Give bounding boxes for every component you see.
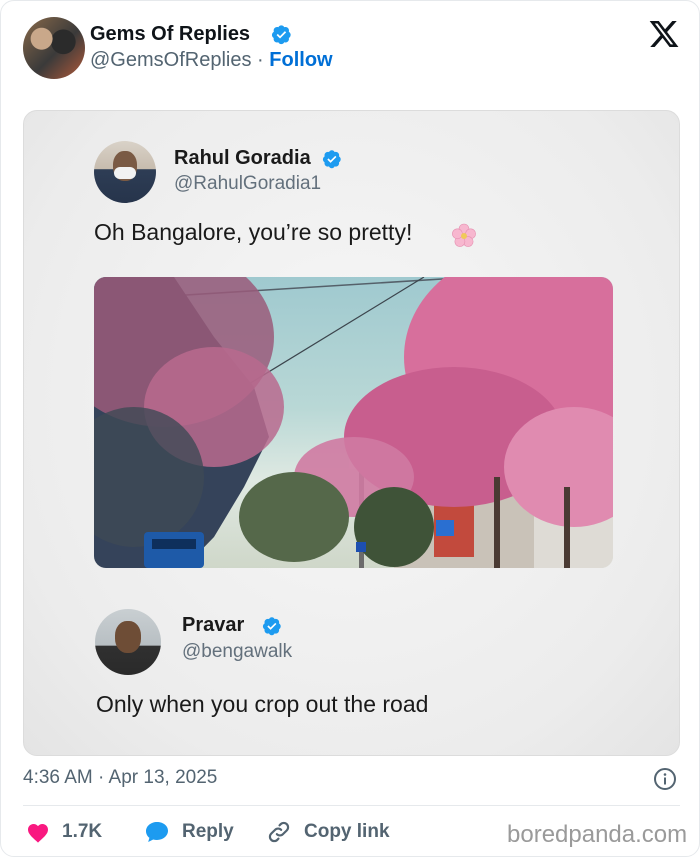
embedded-screenshot[interactable]: Rahul Goradia @RahulGoradia1 Oh Bangalor… xyxy=(23,110,680,756)
timestamp-link[interactable]: 4:36 AM · Apr 13, 2025 xyxy=(23,767,217,789)
tweet1-author-handle: @RahulGoradia1 xyxy=(174,173,322,194)
avatar[interactable] xyxy=(23,17,85,79)
account-handle[interactable]: @GemsOfReplies xyxy=(90,49,251,71)
copy-link-button[interactable]: Copy link xyxy=(266,819,390,845)
photo-art xyxy=(94,277,613,568)
tweet1-author-name: Rahul Goradia xyxy=(174,147,311,169)
like-button[interactable]: 1.7K xyxy=(26,819,102,845)
tweet-embed-card: Gems Of Replies @GemsOfReplies · Follow … xyxy=(0,0,700,857)
handle-row: @GemsOfReplies · Follow xyxy=(90,49,333,72)
verified-badge-icon xyxy=(262,617,281,636)
tweet2-avatar xyxy=(95,609,161,675)
watermark: boredpanda.com xyxy=(507,821,688,848)
verified-badge-icon xyxy=(271,25,291,45)
mask-shape xyxy=(114,167,136,179)
verified-badge-icon xyxy=(322,150,341,169)
info-icon[interactable] xyxy=(653,767,677,791)
tweet1-text: Oh Bangalore, you’re so pretty! xyxy=(94,219,413,245)
link-icon xyxy=(268,821,290,843)
like-count: 1.7K xyxy=(62,821,103,842)
separator: · xyxy=(257,49,264,71)
follow-button[interactable]: Follow xyxy=(269,49,332,71)
face-shape xyxy=(115,621,141,653)
account-name[interactable]: Gems Of Replies xyxy=(90,23,250,46)
copy-link-label: Copy link xyxy=(304,821,390,842)
reply-label: Reply xyxy=(182,821,234,842)
tweet2-text: Only when you crop out the road xyxy=(96,691,429,717)
reply-bubble-icon xyxy=(146,822,168,842)
tweet1-avatar xyxy=(94,141,156,203)
street-blossom-photo[interactable] xyxy=(94,277,613,568)
cherry-blossom-icon xyxy=(452,223,476,247)
tweet2-author-name: Pravar xyxy=(182,614,245,636)
divider xyxy=(23,805,680,806)
heart-icon xyxy=(28,824,48,843)
reply-button[interactable]: Reply xyxy=(144,819,234,845)
tweet2-author-handle: @bengawalk xyxy=(182,641,293,662)
x-logo-icon[interactable] xyxy=(648,18,680,50)
